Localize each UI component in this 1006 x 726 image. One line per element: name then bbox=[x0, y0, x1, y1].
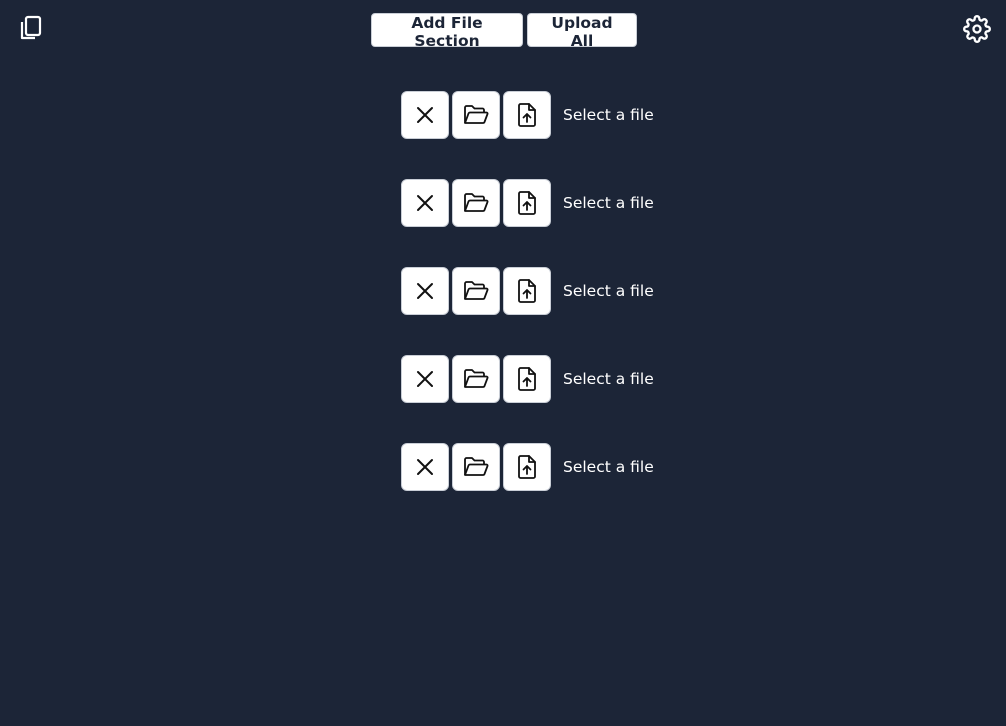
file-upload-icon bbox=[518, 191, 536, 215]
copy-icon[interactable] bbox=[18, 15, 44, 41]
close-icon bbox=[417, 283, 433, 299]
close-icon bbox=[417, 195, 433, 211]
upload-file-button[interactable] bbox=[503, 355, 551, 403]
file-section: Select a file bbox=[401, 355, 654, 403]
upload-file-button[interactable] bbox=[503, 443, 551, 491]
file-sections-list: Select a file Select a file Select a fil… bbox=[401, 91, 654, 531]
top-toolbar: Add File Section Upload All bbox=[371, 13, 637, 50]
folder-open-icon bbox=[464, 105, 489, 124]
file-status-label: Select a file bbox=[563, 458, 654, 476]
browse-file-button[interactable] bbox=[452, 443, 500, 491]
folder-open-icon bbox=[464, 281, 489, 300]
remove-section-button[interactable] bbox=[401, 443, 449, 491]
file-status-label: Select a file bbox=[563, 194, 654, 212]
file-upload-icon bbox=[518, 279, 536, 303]
close-icon bbox=[417, 107, 433, 123]
file-status-label: Select a file bbox=[563, 106, 654, 124]
upload-file-button[interactable] bbox=[503, 267, 551, 315]
remove-section-button[interactable] bbox=[401, 91, 449, 139]
browse-file-button[interactable] bbox=[452, 179, 500, 227]
folder-open-icon bbox=[464, 457, 489, 476]
folder-open-icon bbox=[464, 193, 489, 212]
file-section: Select a file bbox=[401, 91, 654, 139]
file-upload-icon bbox=[518, 367, 536, 391]
file-section: Select a file bbox=[401, 443, 654, 491]
upload-file-button[interactable] bbox=[503, 91, 551, 139]
file-upload-icon bbox=[518, 455, 536, 479]
file-upload-page: Add File Section Upload All Select a fil… bbox=[0, 0, 1006, 726]
close-icon bbox=[417, 371, 433, 387]
browse-file-button[interactable] bbox=[452, 91, 500, 139]
upload-all-button[interactable]: Upload All bbox=[527, 13, 637, 50]
add-file-section-button[interactable]: Add File Section bbox=[371, 13, 523, 50]
close-icon bbox=[417, 459, 433, 475]
remove-section-button[interactable] bbox=[401, 355, 449, 403]
file-section: Select a file bbox=[401, 179, 654, 227]
gear-icon[interactable] bbox=[963, 15, 991, 43]
browse-file-button[interactable] bbox=[452, 267, 500, 315]
browse-file-button[interactable] bbox=[452, 355, 500, 403]
file-status-label: Select a file bbox=[563, 370, 654, 388]
file-status-label: Select a file bbox=[563, 282, 654, 300]
file-section: Select a file bbox=[401, 267, 654, 315]
upload-file-button[interactable] bbox=[503, 179, 551, 227]
remove-section-button[interactable] bbox=[401, 179, 449, 227]
folder-open-icon bbox=[464, 369, 489, 388]
file-upload-icon bbox=[518, 103, 536, 127]
remove-section-button[interactable] bbox=[401, 267, 449, 315]
